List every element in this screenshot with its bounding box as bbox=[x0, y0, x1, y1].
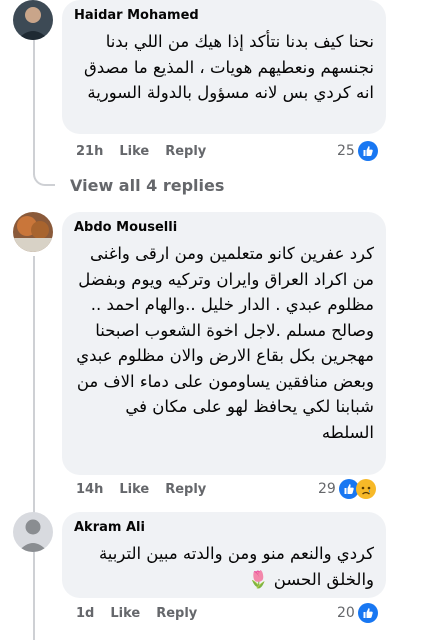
like-button[interactable]: Like bbox=[119, 482, 149, 497]
reaction-summary[interactable]: 20 bbox=[337, 603, 378, 623]
reaction-summary[interactable]: 29 bbox=[318, 479, 376, 499]
default-avatar-icon bbox=[13, 512, 53, 552]
comment-timestamp[interactable]: 14h bbox=[76, 482, 103, 497]
reply-button[interactable]: Reply bbox=[156, 606, 197, 621]
thread-connector-curve bbox=[33, 172, 55, 186]
like-icon bbox=[357, 603, 378, 623]
comment-bubble: Abdo Mouselli كرد عفرين كانو متعلمين ومن… bbox=[62, 212, 386, 475]
reaction-count: 25 bbox=[337, 143, 355, 159]
comment-bubble: Akram Ali كردي والنعم منو ومن والدته مبي… bbox=[62, 512, 386, 598]
reply-button[interactable]: Reply bbox=[165, 144, 206, 159]
comment-bubble: Haidar Mohamed نحنا كيف بدنا نتأكد إذا ه… bbox=[62, 0, 386, 134]
reaction-count: 20 bbox=[337, 605, 355, 621]
like-icon bbox=[357, 141, 378, 161]
comment-author[interactable]: Akram Ali bbox=[74, 520, 374, 535]
avatar-photo bbox=[13, 0, 53, 40]
sad-icon bbox=[355, 479, 376, 499]
avatar[interactable] bbox=[13, 0, 53, 40]
like-button[interactable]: Like bbox=[119, 144, 149, 159]
comment-text: نحنا كيف بدنا نتأكد إذا هيك من اللي بدنا… bbox=[84, 32, 374, 102]
thread-connector-line bbox=[33, 40, 35, 175]
view-all-replies-link[interactable]: View all 4 replies bbox=[70, 176, 224, 195]
reaction-summary[interactable]: 25 bbox=[337, 141, 378, 161]
avatar[interactable] bbox=[13, 512, 53, 552]
comment-actions: 1d Like Reply bbox=[76, 606, 197, 621]
comment-text: كرد عفرين كانو متعلمين ومن ارقى واغنى من… bbox=[76, 244, 374, 442]
comment-author[interactable]: Abdo Mouselli bbox=[74, 220, 374, 235]
comment-actions: 21h Like Reply bbox=[76, 144, 206, 159]
avatar-photo bbox=[13, 212, 53, 252]
reply-button[interactable]: Reply bbox=[165, 482, 206, 497]
comment-timestamp[interactable]: 1d bbox=[76, 606, 94, 621]
thread-connector-line bbox=[33, 256, 35, 640]
comment-text: كردي والنعم منو ومن والدته مبين التربية … bbox=[98, 544, 374, 589]
avatar[interactable] bbox=[13, 212, 53, 252]
comment-actions: 14h Like Reply bbox=[76, 482, 206, 497]
comment-author[interactable]: Haidar Mohamed bbox=[74, 8, 374, 23]
reaction-count: 29 bbox=[318, 481, 336, 497]
like-button[interactable]: Like bbox=[110, 606, 140, 621]
comment-timestamp[interactable]: 21h bbox=[76, 144, 103, 159]
